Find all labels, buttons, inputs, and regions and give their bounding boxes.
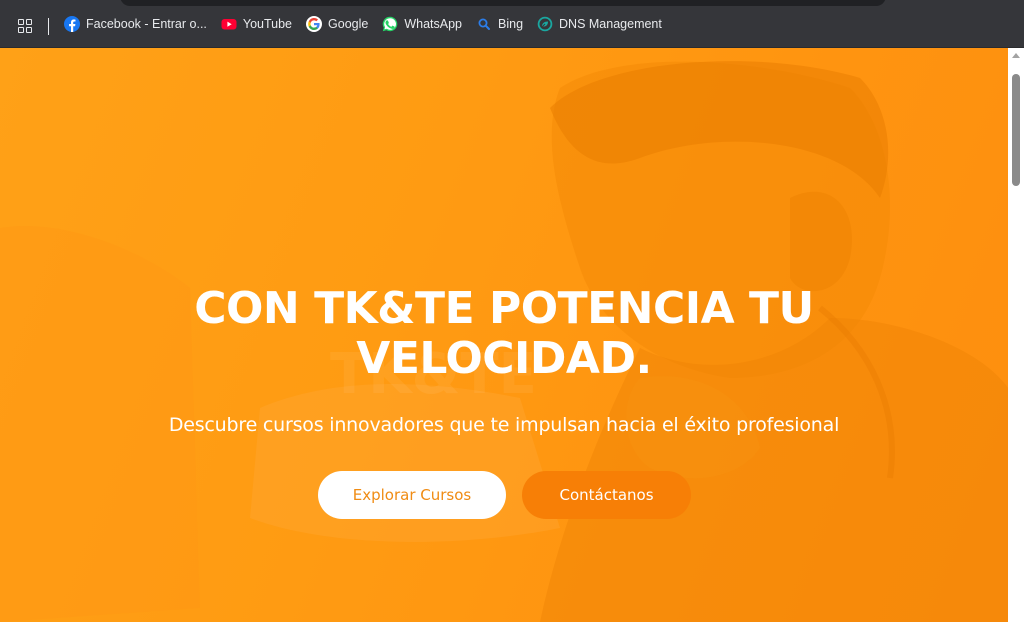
bookmark-youtube[interactable]: YouTube (217, 10, 296, 38)
vertical-scrollbar[interactable] (1008, 48, 1024, 622)
bookmarks-list: Facebook - Entrar o... YouTube Google Wh… (60, 0, 672, 48)
bookmark-bing[interactable]: Bing (472, 10, 527, 38)
hero-title: CON TK&TE POTENCIA TU VELOCIDAD. (104, 284, 904, 384)
bing-search-icon (478, 18, 490, 30)
facebook-icon (64, 16, 80, 32)
bookmarks-bar: Facebook - Entrar o... YouTube Google Wh… (0, 0, 1024, 48)
whatsapp-icon (383, 16, 398, 32)
bookmark-label: DNS Management (559, 17, 662, 31)
dns-management-icon (537, 16, 553, 32)
bookmark-google[interactable]: Google (302, 10, 372, 38)
bookmark-label: Bing (498, 17, 524, 31)
contact-us-button[interactable]: Contáctanos (522, 471, 691, 519)
hero-subtitle: Descubre cursos innovadores que te impul… (168, 414, 840, 436)
hero-title-line-1: CON TK&TE POTENCIA TU (194, 283, 814, 334)
hero-section: CON TK&TE POTENCIA TU VELOCIDAD. Descubr… (0, 48, 1008, 622)
bookmark-label: Google (328, 17, 369, 31)
bookmark-dns-management[interactable]: DNS Management (533, 10, 666, 38)
bookmark-label: WhatsApp (404, 17, 462, 31)
bookmark-whatsapp[interactable]: WhatsApp (378, 10, 466, 38)
bookmark-facebook[interactable]: Facebook - Entrar o... (60, 10, 211, 38)
bookmark-label: Facebook - Entrar o... (86, 17, 207, 31)
explore-courses-button[interactable]: Explorar Cursos (318, 471, 506, 519)
scrollbar-thumb[interactable] (1012, 74, 1020, 186)
bookmarks-divider (48, 18, 49, 35)
hero-title-line-2: VELOCIDAD. (356, 333, 652, 384)
scroll-up-arrow-icon[interactable] (1012, 53, 1020, 58)
youtube-icon (221, 19, 237, 30)
apps-grid-icon[interactable] (18, 19, 32, 33)
page-viewport: TK&TE CON TK&TE POTENCIA TU VELOCIDAD. D… (0, 48, 1008, 622)
bookmark-label: YouTube (242, 17, 293, 31)
google-icon (306, 16, 323, 32)
